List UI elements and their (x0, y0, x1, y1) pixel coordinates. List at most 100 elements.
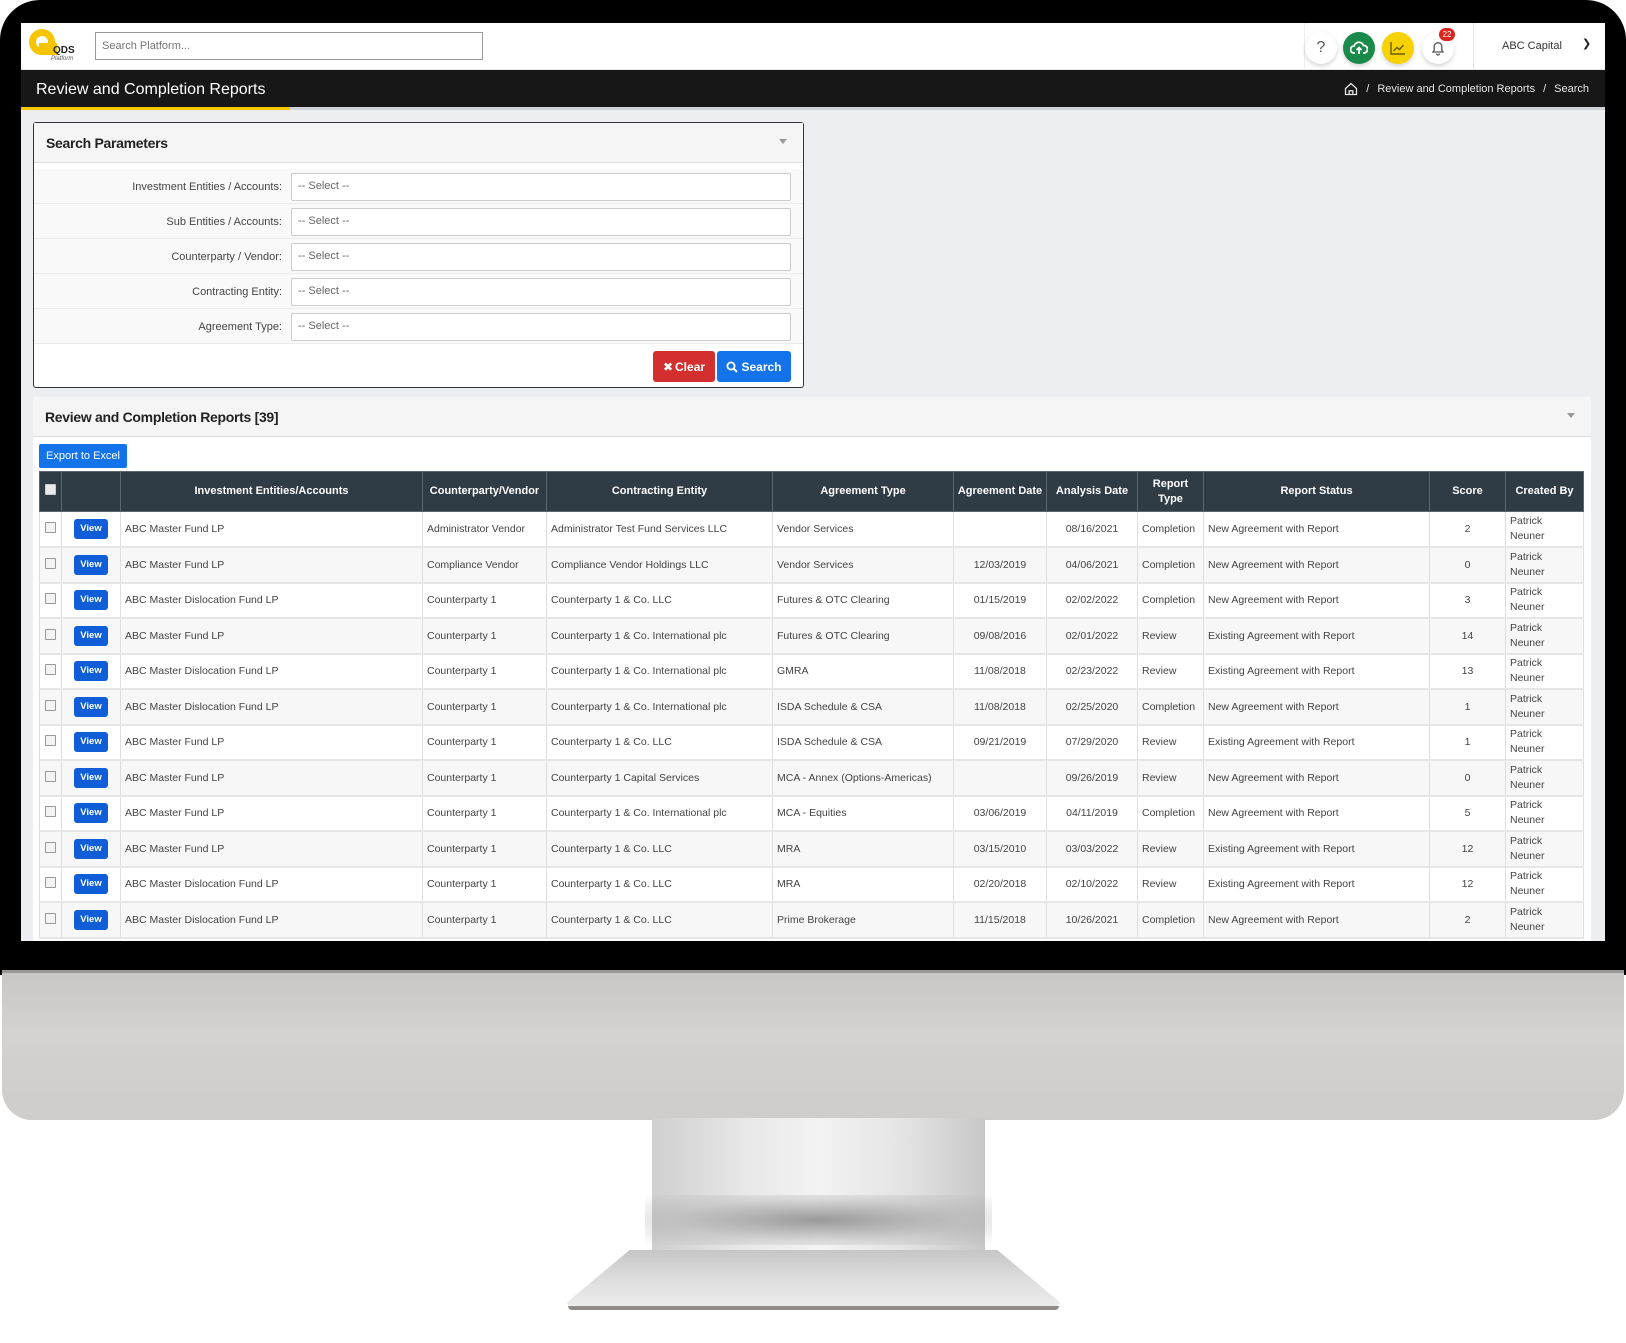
column-header-counterparty[interactable]: Counterparty/Vendor (422, 471, 547, 512)
reports-header[interactable]: Review and Completion Reports [39] (33, 397, 1591, 437)
column-header-agreement-date[interactable]: Agreement Date (953, 471, 1047, 512)
column-header-report-status[interactable]: Report Status (1203, 471, 1430, 512)
counterparty-select[interactable]: -- Select -- (291, 243, 791, 271)
row-checkbox[interactable] (45, 557, 56, 569)
platform-search-input[interactable] (95, 32, 483, 60)
cell-created-by: Patrick Neuner (1505, 617, 1584, 655)
qds-logo[interactable]: QDS Platform (29, 29, 85, 65)
row-checkbox[interactable] (45, 699, 56, 711)
cell-contracting-entity: Counterparty 1 & Co. LLC (546, 724, 773, 761)
investment-entities-select[interactable]: -- Select -- (291, 173, 791, 201)
row-select-cell (39, 688, 62, 726)
column-header-score[interactable]: Score (1429, 471, 1506, 512)
sub-entities-select[interactable]: -- Select -- (291, 208, 791, 236)
field-label: Agreement Type: (198, 321, 282, 333)
view-button[interactable]: View (74, 732, 108, 753)
breadcrumb-item-search: Search (1554, 83, 1589, 95)
search-label: Search (741, 359, 782, 374)
view-button[interactable]: View (74, 696, 108, 717)
field-label: Contracting Entity: (192, 286, 282, 298)
column-header-report-type[interactable]: Report Type (1137, 471, 1204, 512)
chevron-down-icon[interactable]: ❯ (1582, 37, 1591, 50)
row-checkbox[interactable] (45, 806, 56, 818)
cell-analysis-date: 08/16/2021 (1046, 511, 1138, 548)
table-row: View ABC Master Fund LP Administrator Ve… (39, 511, 1584, 548)
cell-report-status: New Agreement with Report (1203, 582, 1430, 619)
cell-report-type: Completion (1137, 795, 1204, 832)
column-header-investment-entities[interactable]: Investment Entities/Accounts (120, 471, 423, 512)
column-header-agreement-type[interactable]: Agreement Type (772, 471, 954, 512)
cell-report-type: Completion (1137, 511, 1204, 548)
cell-report-status: New Agreement with Report (1203, 759, 1430, 797)
row-checkbox[interactable] (45, 593, 56, 605)
row-checkbox[interactable] (45, 841, 56, 853)
row-checkbox[interactable] (45, 735, 56, 747)
cell-report-type: Review (1137, 830, 1204, 868)
help-button[interactable]: ? (1305, 32, 1337, 64)
analytics-button[interactable] (1382, 32, 1414, 64)
table-row: View ABC Master Dislocation Fund LP Coun… (39, 866, 1584, 903)
search-parameters-panel: Search Parameters Investment Entities / … (33, 122, 804, 388)
clear-button[interactable]: ✖ Clear (653, 351, 715, 382)
row-checkbox[interactable] (45, 912, 56, 924)
account-name[interactable]: ABC Capital (1502, 40, 1562, 52)
view-button[interactable]: View (74, 661, 108, 682)
row-action-cell: View (61, 617, 121, 655)
search-icon (726, 361, 739, 373)
breadcrumb-item-reports[interactable]: Review and Completion Reports (1377, 83, 1535, 95)
agreement-type-select[interactable]: -- Select -- (291, 313, 791, 341)
reports-panel: Review and Completion Reports [39] Expor… (33, 397, 1591, 941)
cell-counterparty: Counterparty 1 (422, 759, 547, 797)
cell-score: 2 (1429, 511, 1506, 548)
table-row: View ABC Master Dislocation Fund LP Coun… (39, 901, 1584, 939)
filter-row-sub-entities: Sub Entities / Accounts: -- Select -- (34, 204, 803, 239)
view-button[interactable]: View (74, 590, 108, 611)
search-parameters-header[interactable]: Search Parameters (34, 123, 803, 163)
row-checkbox[interactable] (45, 522, 56, 533)
cell-investment-entity: ABC Master Dislocation Fund LP (120, 653, 423, 690)
home-icon[interactable] (1344, 82, 1358, 96)
cell-created-by: Patrick Neuner (1505, 724, 1584, 761)
cell-contracting-entity: Counterparty 1 & Co. LLC (546, 866, 773, 903)
contracting-entity-select[interactable]: -- Select -- (291, 278, 791, 306)
view-button[interactable]: View (74, 909, 108, 930)
search-button[interactable]: Search (717, 351, 791, 382)
row-action-cell: View (61, 795, 121, 832)
view-button[interactable]: View (74, 625, 108, 646)
cell-agreement-type: ISDA Schedule & CSA (772, 688, 954, 726)
view-button[interactable]: View (74, 874, 108, 895)
row-checkbox[interactable] (45, 877, 56, 889)
cell-agreement-type: MRA (772, 866, 954, 903)
cell-created-by: Patrick Neuner (1505, 511, 1584, 548)
notification-count-badge: 22 (1439, 28, 1455, 41)
cell-agreement-type: Vendor Services (772, 511, 954, 548)
app-screen: QDS Platform ? 22 ABC C (21, 23, 1605, 941)
cell-agreement-type: ISDA Schedule & CSA (772, 724, 954, 761)
export-to-excel-button[interactable]: Export to Excel (39, 444, 127, 468)
cell-analysis-date: 04/06/2021 (1046, 546, 1138, 584)
cell-report-type: Review (1137, 724, 1204, 761)
cell-analysis-date: 10/26/2021 (1046, 901, 1138, 939)
select-all-checkbox[interactable] (45, 483, 56, 495)
view-button[interactable]: View (74, 838, 108, 859)
table-row: View ABC Master Fund LP Counterparty 1 C… (39, 724, 1584, 761)
view-button[interactable]: View (74, 554, 108, 575)
column-header-created-by[interactable]: Created By (1505, 471, 1584, 512)
view-button[interactable]: View (74, 767, 108, 788)
row-checkbox[interactable] (45, 628, 56, 640)
view-button[interactable]: View (74, 519, 108, 539)
collapse-caret-icon[interactable] (1567, 413, 1575, 418)
cell-created-by: Patrick Neuner (1505, 866, 1584, 903)
cell-created-by: Patrick Neuner (1505, 688, 1584, 726)
close-icon: ✖ (662, 359, 674, 374)
row-checkbox[interactable] (45, 664, 56, 676)
cell-investment-entity: ABC Master Fund LP (120, 830, 423, 868)
column-header-contracting-entity[interactable]: Contracting Entity (546, 471, 773, 512)
cell-contracting-entity: Administrator Test Fund Services LLC (546, 511, 773, 548)
cell-agreement-date: 11/08/2018 (953, 688, 1047, 726)
collapse-caret-icon[interactable] (779, 139, 787, 144)
column-header-analysis-date[interactable]: Analysis Date (1046, 471, 1138, 512)
view-button[interactable]: View (74, 803, 108, 824)
row-checkbox[interactable] (45, 770, 56, 782)
cloud-upload-button[interactable] (1343, 32, 1375, 64)
